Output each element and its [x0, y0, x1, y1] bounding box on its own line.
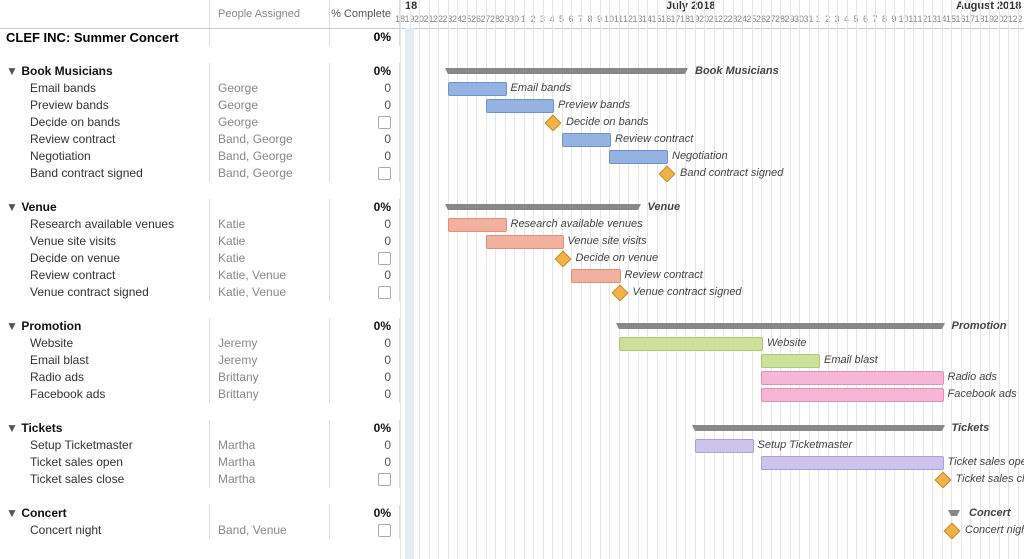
task-bar-label: Review contract [625, 267, 703, 284]
complete-checkbox[interactable] [378, 524, 391, 537]
complete-checkbox[interactable] [378, 252, 391, 265]
task-bar-label: Venue contract signed [633, 284, 742, 301]
task-bar-label: Setup Ticketmaster [758, 437, 853, 454]
task-bar-label: Facebook ads [948, 386, 1017, 403]
milestone-icon[interactable] [934, 472, 951, 488]
group-bar-label: Promotion [952, 318, 1007, 335]
group-tickets[interactable]: ▼ Tickets0%Tickets [0, 420, 1024, 437]
task-row[interactable]: Decide on bandsGeorgeDecide on bands [0, 114, 1024, 131]
task-bar-label: Band contract signed [680, 165, 783, 182]
task-bar-label: Concert night [965, 522, 1024, 539]
task-bar-label: Review contract [615, 131, 693, 148]
task-row[interactable]: Facebook adsBrittany0Facebook ads [0, 386, 1024, 403]
column-headers: People Assigned % Complete [0, 0, 1024, 29]
group-venue[interactable]: ▼ Venue0%Venue [0, 199, 1024, 216]
group-book-musicians[interactable]: ▼ Book Musicians0%Book Musicians [0, 63, 1024, 80]
task-row[interactable]: Ticket sales openMartha0Ticket sales ope… [0, 454, 1024, 471]
disclosure-icon[interactable]: ▼ [6, 420, 16, 437]
task-row[interactable]: Setup TicketmasterMartha0Setup Ticketmas… [0, 437, 1024, 454]
group-concert[interactable]: ▼ Concert0%Concert [0, 505, 1024, 522]
task-bar-label: Email blast [824, 352, 878, 369]
task-row[interactable]: Review contractKatie, Venue0Review contr… [0, 267, 1024, 284]
complete-checkbox[interactable] [378, 116, 391, 129]
task-bar-label: Ticket sales open [948, 454, 1024, 471]
group-bar-label: Book Musicians [695, 63, 779, 80]
group-bar[interactable] [951, 510, 957, 516]
task-bar[interactable] [761, 388, 944, 402]
task-bar[interactable] [562, 133, 612, 147]
complete-checkbox[interactable] [378, 167, 391, 180]
task-bar[interactable] [619, 337, 764, 351]
milestone-icon[interactable] [944, 523, 961, 539]
task-bar[interactable] [761, 371, 944, 385]
project-title-row: CLEF INC: Summer Concert0% [0, 29, 1024, 46]
task-bar-label: Ticket sales close [956, 471, 1024, 488]
task-bar-label: Decide on venue [576, 250, 659, 267]
group-bar-label: Venue [648, 199, 681, 216]
group-bar[interactable] [448, 204, 638, 210]
disclosure-icon[interactable]: ▼ [6, 63, 16, 80]
task-bar-label: Decide on bands [566, 114, 649, 131]
task-row[interactable]: NegotiationBand, George0Negotiation [0, 148, 1024, 165]
milestone-icon[interactable] [545, 115, 562, 131]
disclosure-icon[interactable]: ▼ [6, 318, 16, 335]
task-bar[interactable] [571, 269, 621, 283]
task-row[interactable]: Research available venuesKatie0Research … [0, 216, 1024, 233]
task-row[interactable]: Ticket sales closeMarthaTicket sales clo… [0, 471, 1024, 488]
task-bar-label: Website [767, 335, 807, 352]
task-bar-label: Radio ads [948, 369, 998, 386]
task-row[interactable]: Venue site visitsKatie0Venue site visits [0, 233, 1024, 250]
task-row[interactable]: Review contractBand, George0Review contr… [0, 131, 1024, 148]
task-bar[interactable] [761, 456, 944, 470]
task-row[interactable]: Decide on venueKatieDecide on venue [0, 250, 1024, 267]
task-row[interactable]: Email blastJeremy0Email blast [0, 352, 1024, 369]
group-promotion[interactable]: ▼ Promotion0%Promotion [0, 318, 1024, 335]
group-bar[interactable] [619, 323, 942, 329]
task-bar-label: Venue site visits [568, 233, 647, 250]
task-bar-label: Research available venues [511, 216, 643, 233]
group-bar-label: Tickets [952, 420, 990, 437]
task-row[interactable]: WebsiteJeremy0Website [0, 335, 1024, 352]
task-row[interactable]: Venue contract signedKatie, VenueVenue c… [0, 284, 1024, 301]
task-row[interactable]: Preview bandsGeorge0Preview bands [0, 97, 1024, 114]
task-bar-label: Preview bands [558, 97, 630, 114]
group-bar-label: Concert [969, 505, 1011, 522]
task-row[interactable]: Radio adsBrittany0Radio ads [0, 369, 1024, 386]
milestone-icon[interactable] [659, 166, 676, 182]
complete-checkbox[interactable] [378, 473, 391, 486]
task-bar[interactable] [695, 439, 754, 453]
disclosure-icon[interactable]: ▼ [6, 199, 16, 216]
group-bar[interactable] [695, 425, 942, 431]
milestone-icon[interactable] [554, 251, 571, 267]
disclosure-icon[interactable]: ▼ [6, 505, 16, 522]
task-bar[interactable] [761, 354, 820, 368]
task-bar[interactable] [448, 218, 507, 232]
complete-checkbox[interactable] [378, 286, 391, 299]
task-bar[interactable] [609, 150, 668, 164]
task-bar-label: Email bands [511, 80, 572, 97]
milestone-icon[interactable] [611, 285, 628, 301]
task-bar[interactable] [486, 99, 555, 113]
group-bar[interactable] [448, 68, 686, 74]
task-bar-label: Negotiation [672, 148, 728, 165]
task-bar[interactable] [448, 82, 507, 96]
task-row[interactable]: Concert nightBand, VenueConcert night [0, 522, 1024, 539]
task-row[interactable]: Email bandsGeorge0Email bands [0, 80, 1024, 97]
task-row[interactable]: Band contract signedBand, GeorgeBand con… [0, 165, 1024, 182]
task-bar[interactable] [486, 235, 564, 249]
